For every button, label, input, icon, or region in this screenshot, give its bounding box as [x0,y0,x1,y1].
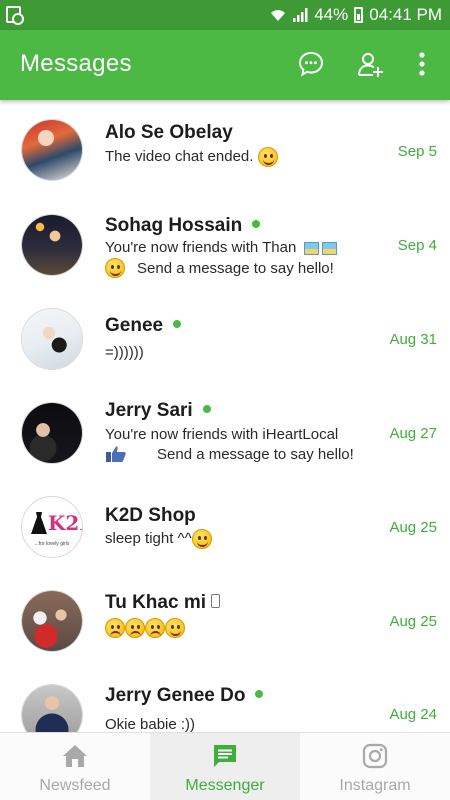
contact-name: Genee [105,315,182,337]
tab-label: Messenger [185,777,265,794]
online-indicator [252,219,261,228]
smile-emoji-icon [191,529,212,549]
battery-icon [354,7,364,23]
status-bar: 44% 04:41 PM [0,0,450,30]
message-preview-line2: Send a message to say hello! [105,258,334,278]
message-icon [214,745,236,767]
avatar [21,590,83,652]
avatar [21,402,83,464]
status-indicators: 44% 04:41 PM [270,5,442,25]
contact-name: K2D Shop [105,505,196,526]
sad-emoji-icon [125,618,145,638]
smile-emoji-icon [165,618,185,638]
message-preview: sleep tight ^^ [105,529,212,549]
message-preview [105,618,185,638]
online-indicator [173,319,182,328]
conversation-row[interactable]: Sohag Hossain You're now friends with Th… [0,200,450,294]
tab-label: Newsfeed [39,777,111,794]
conversation-row[interactable]: Jerry Genee Do Okie babie :)) Aug 24 [0,670,450,732]
phone-icon [211,593,220,608]
message-date: Sep 5 [397,143,437,160]
smile-emoji-icon [257,147,278,167]
message-date: Aug 24 [389,706,437,723]
message-date: Sep 4 [397,237,437,254]
tab-newsfeed[interactable]: Newsfeed [0,733,150,800]
contact-name: Tu Khac mi [105,592,220,614]
thumbs-up-icon [106,446,126,462]
bottom-navigation: Newsfeed Messenger Instagram [0,732,450,800]
message-preview: You're now friends with Than [105,239,337,256]
online-indicator [202,404,211,413]
message-preview: The video chat ended. [105,147,278,167]
signal-icon [293,8,308,22]
avatar [21,308,83,370]
message-preview: Okie babie :)) [105,716,196,732]
smile-emoji-icon [105,258,125,278]
message-date: Aug 25 [389,519,437,536]
instagram-icon [362,743,388,769]
tab-messenger[interactable]: Messenger [150,733,300,800]
new-message-icon[interactable] [297,50,325,78]
message-preview: You're now friends with iHeartLocal [105,426,339,443]
beach-emoji-icon [303,241,319,255]
message-date: Aug 25 [389,613,437,630]
message-preview-line2: Send a message to say hello! [105,445,354,463]
home-icon [63,745,87,767]
conversation-list[interactable]: Alo Se Obelay The video chat ended. Sep … [0,100,450,732]
avatar [21,684,83,732]
app-bar: Messages [0,30,450,100]
sad-emoji-icon [145,618,165,638]
avatar: K2D ...for lovely girls [21,496,83,558]
page-title: Messages [20,50,132,77]
message-date: Aug 31 [389,331,437,348]
sad-emoji-icon [105,618,125,638]
tab-instagram[interactable]: Instagram [300,733,450,800]
contact-name: Jerry Genee Do [105,685,264,707]
contact-name: Sohag Hossain [105,215,261,237]
message-date: Aug 27 [389,425,437,442]
add-user-icon[interactable] [356,50,384,78]
conversation-row[interactable]: K2D ...for lovely girls K2D Shop sleep t… [0,482,450,576]
more-options-icon[interactable] [411,50,433,78]
beach-emoji-icon [321,241,337,255]
online-indicator [255,689,264,698]
contact-name: Alo Se Obelay [105,122,233,143]
avatar [21,119,83,181]
avatar [21,214,83,276]
wifi-icon [271,10,286,21]
tab-label: Instagram [339,777,411,794]
conversation-row[interactable]: Jerry Sari You're now friends with iHear… [0,388,450,482]
shop-logo-subtext: ...for lovely girls [34,541,70,547]
dress-icon [31,512,47,534]
message-preview: =)))))) [105,344,144,361]
notification-app-icon [6,6,24,25]
conversation-row[interactable]: Alo Se Obelay The video chat ended. Sep … [0,102,450,196]
shop-logo-text: K2D [48,511,82,535]
contact-name: Jerry Sari [105,400,211,422]
conversation-row[interactable]: Genee =)))))) Aug 31 [0,294,450,388]
battery-percent: 44% [314,5,349,24]
clock: 04:41 PM [369,5,442,24]
conversation-row[interactable]: Tu Khac mi Aug 25 [0,576,450,670]
